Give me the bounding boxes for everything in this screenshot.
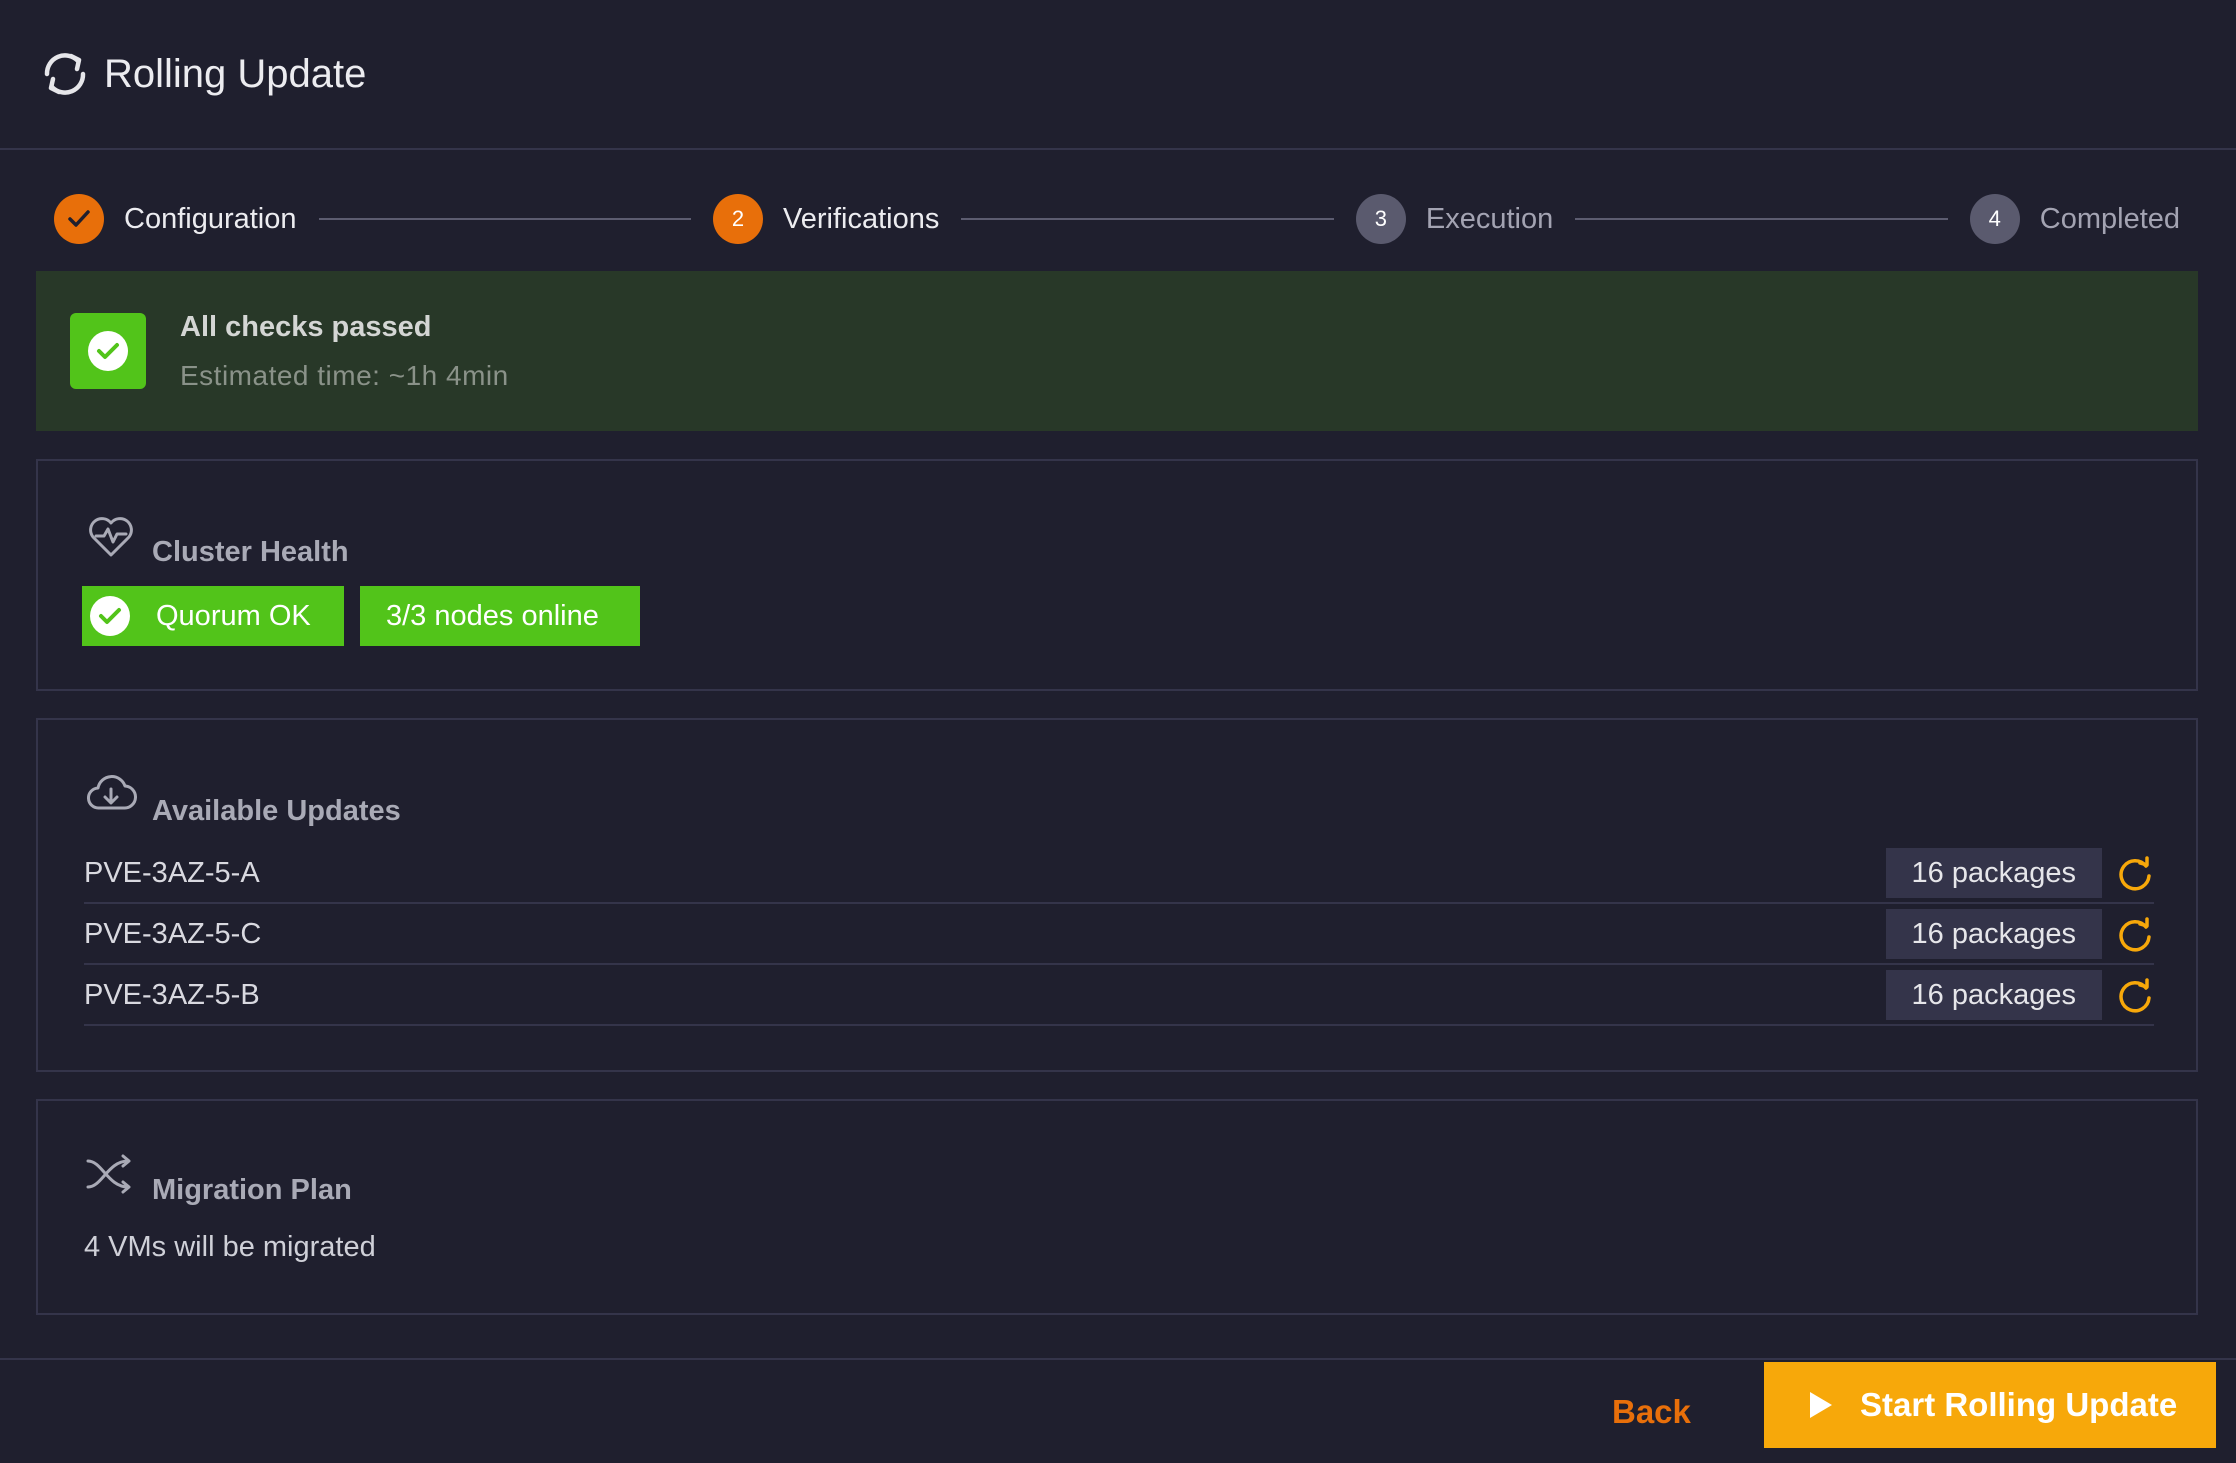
banner-title: All checks passed xyxy=(180,310,432,343)
panel-header: Cluster Health xyxy=(84,509,349,568)
package-count-badge: 16 packages xyxy=(1885,848,2102,898)
table-row: PVE-3AZ-5-B 16 packages xyxy=(84,966,2154,1026)
step-connector xyxy=(318,218,692,220)
nodes-label: 3/3 nodes online xyxy=(386,599,599,632)
node-name: PVE-3AZ-5-B xyxy=(84,978,260,1011)
step-number: 3 xyxy=(1355,194,1406,244)
step-number: 2 xyxy=(713,194,764,244)
wizard-footer: Back Start Rolling Update xyxy=(0,1358,2236,1463)
check-circle-icon xyxy=(88,594,132,638)
panel-title: Migration Plan xyxy=(152,1174,352,1206)
refresh-icon[interactable] xyxy=(2116,854,2154,892)
step-label: Completed xyxy=(2039,202,2181,235)
wizard-stepper: Configuration 2 Verifications 3 Executio… xyxy=(54,191,2180,247)
back-button[interactable]: Back xyxy=(1592,1382,1711,1442)
cluster-health-panel: Cluster Health Quorum OK 3/3 nodes onlin… xyxy=(36,459,2198,691)
refresh-icon[interactable] xyxy=(2116,976,2154,1014)
step-number: 4 xyxy=(1969,194,2020,244)
node-name: PVE-3AZ-5-C xyxy=(84,917,262,950)
panel-title: Cluster Health xyxy=(152,536,349,568)
migration-summary: 4 VMs will be migrated xyxy=(84,1231,376,1263)
step-completed[interactable]: 4 Completed xyxy=(1969,194,2181,244)
estimated-time: Estimated time: ~1h 4min xyxy=(180,359,509,391)
heartbeat-icon xyxy=(84,509,138,563)
table-row: PVE-3AZ-5-A 16 packages xyxy=(84,844,2154,904)
refresh-icon[interactable] xyxy=(2116,915,2154,953)
quorum-status-badge: Quorum OK xyxy=(82,586,344,646)
package-count-badge: 16 packages xyxy=(1885,970,2102,1020)
cloud-download-icon xyxy=(84,768,138,822)
step-label: Verifications xyxy=(783,202,940,235)
step-connector xyxy=(961,218,1334,220)
start-button-label: Start Rolling Update xyxy=(1860,1386,2178,1423)
check-circle-icon xyxy=(70,313,146,389)
step-connector xyxy=(1575,218,1948,220)
step-configuration[interactable]: Configuration xyxy=(54,194,297,244)
step-execution[interactable]: 3 Execution xyxy=(1355,194,1554,244)
banner-text: All checks passed Estimated time: ~1h 4m… xyxy=(180,311,509,392)
checks-passed-banner: All checks passed Estimated time: ~1h 4m… xyxy=(36,271,2198,431)
start-rolling-update-button[interactable]: Start Rolling Update xyxy=(1764,1362,2216,1448)
nodes-online-badge: 3/3 nodes online xyxy=(360,586,640,646)
available-updates-panel: Available Updates PVE-3AZ-5-A 16 package… xyxy=(36,718,2198,1072)
step-label: Configuration xyxy=(124,202,297,235)
step-done-check-icon xyxy=(54,194,104,244)
table-row: PVE-3AZ-5-C 16 packages xyxy=(84,905,2154,965)
panel-header: Migration Plan xyxy=(84,1147,352,1206)
play-icon xyxy=(1808,1390,1834,1420)
shuffle-icon xyxy=(84,1147,138,1201)
migration-plan-panel: Migration Plan 4 VMs will be migrated xyxy=(36,1099,2198,1315)
step-label: Execution xyxy=(1425,202,1554,235)
quorum-label: Quorum OK xyxy=(156,599,311,632)
node-name: PVE-3AZ-5-A xyxy=(84,856,260,889)
step-verifications[interactable]: 2 Verifications xyxy=(713,194,939,244)
page-header: Rolling Update xyxy=(0,0,2236,150)
panel-title: Available Updates xyxy=(152,795,401,827)
panel-header: Available Updates xyxy=(84,768,401,827)
package-count-badge: 16 packages xyxy=(1885,909,2102,959)
page-title: Rolling Update xyxy=(104,51,367,96)
refresh-icon xyxy=(38,47,92,101)
